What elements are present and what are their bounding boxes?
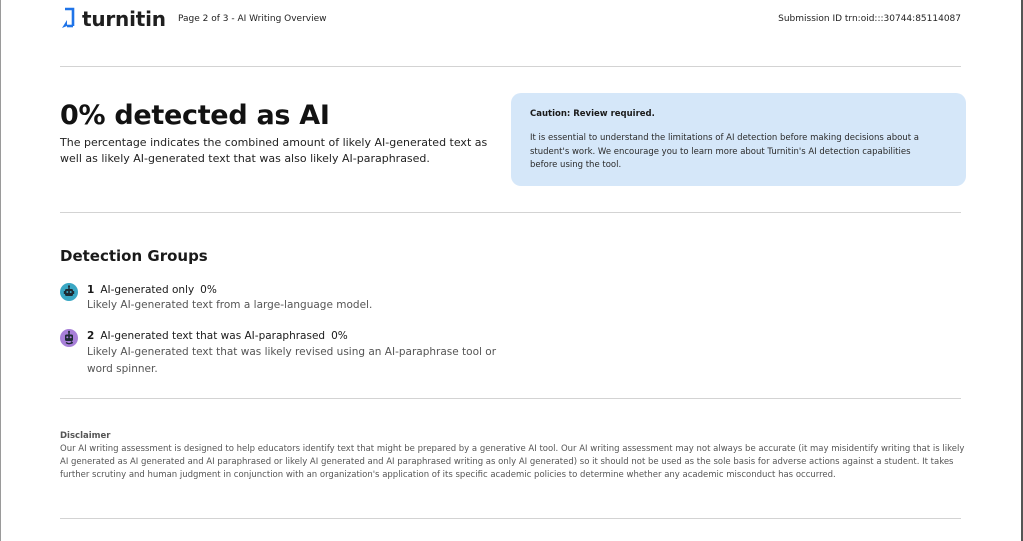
page-left-border	[0, 0, 1, 541]
robot-paraphrase-icon	[60, 329, 78, 347]
divider	[60, 518, 961, 519]
group-percent: 0%	[331, 330, 348, 342]
divider	[60, 212, 961, 213]
caution-title: Caution: Review required.	[530, 109, 655, 119]
group-label: AI-generated text that was AI-paraphrase…	[100, 330, 326, 342]
detection-groups-title: Detection Groups	[60, 247, 208, 265]
group-percent: 0%	[200, 284, 217, 296]
ai-detection-headline: 0% detected as AI	[60, 100, 330, 131]
page-info: Page 2 of 3 - AI Writing Overview	[178, 14, 327, 24]
divider	[60, 398, 961, 399]
brand-name: turnitin	[82, 7, 166, 31]
ai-detection-description: The percentage indicates the combined am…	[60, 136, 488, 165]
group-number: 2	[87, 330, 95, 342]
submission-id: Submission ID trn:oid:::30744:85114087	[778, 14, 961, 24]
robot-icon	[60, 283, 78, 301]
turnitin-logo: turnitin	[60, 6, 166, 32]
caution-body: It is essential to understand the limita…	[530, 133, 919, 170]
detection-group-heading: 1 AI-generated only 0%	[87, 284, 217, 296]
disclaimer-title: Disclaimer	[60, 431, 111, 441]
group-label: AI-generated only	[100, 284, 195, 296]
group-description: Likely AI-generated text from a large-la…	[87, 299, 373, 311]
turnitin-logo-icon	[62, 7, 75, 28]
group-number: 1	[87, 284, 95, 296]
caution-box: Caution: Review required. It is essentia…	[511, 93, 966, 186]
detection-group-heading: 2 AI-generated text that was AI-paraphras…	[87, 330, 348, 342]
divider	[60, 66, 961, 67]
group-description: Likely AI-generated text that was likely…	[87, 346, 497, 375]
disclaimer-body: Our AI writing assessment is designed to…	[60, 444, 965, 480]
